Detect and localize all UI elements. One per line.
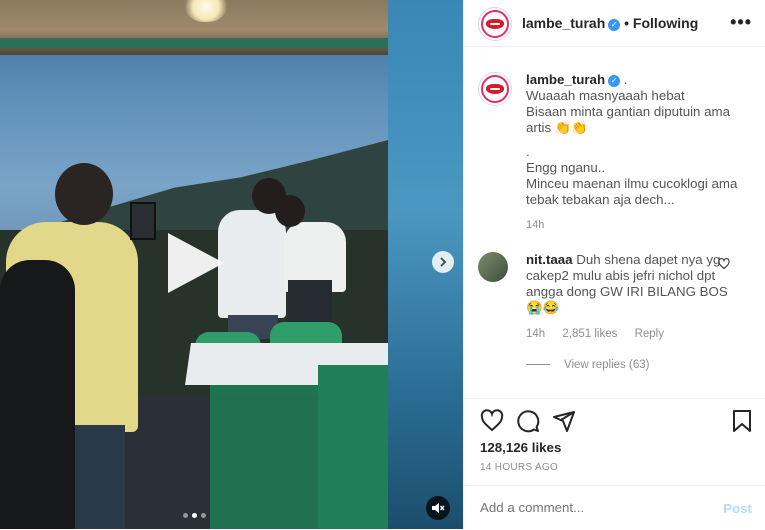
next-slide-button[interactable] [432, 251, 454, 273]
likes-count[interactable]: 128,126 likes [480, 440, 561, 455]
caption-line: Minceu maenan ilmu cucoklogi ama [526, 176, 738, 191]
avatar[interactable] [478, 72, 512, 106]
verified-badge-icon: ✓ [608, 75, 621, 87]
carousel-dots [183, 513, 206, 518]
post-comment-button[interactable]: Post [723, 501, 752, 516]
view-replies-button[interactable]: View replies (63) [526, 359, 649, 371]
play-icon[interactable] [168, 233, 224, 293]
header-username[interactable]: lambe_turah [522, 15, 605, 31]
caption-line: Bisaan minta gantian diputuin ama [526, 104, 731, 119]
avatar[interactable] [478, 252, 508, 282]
post-details-panel: lambe_turah ✓ • Following ••• lambe_turah… [463, 0, 765, 529]
caption-line: . [526, 144, 530, 159]
carousel-dot [192, 513, 197, 518]
share-icon[interactable] [552, 409, 576, 433]
heart-icon[interactable] [718, 258, 730, 270]
verified-badge-icon: ✓ [608, 18, 621, 31]
bookmark-icon[interactable] [730, 409, 754, 433]
lips-logo-icon [486, 84, 504, 94]
comment-time[interactable]: 14h [526, 328, 545, 340]
add-comment-bar: Post [464, 485, 765, 530]
carousel-dot [201, 513, 206, 518]
caption-line: artis 👏👏 [526, 120, 588, 135]
caption-username[interactable]: lambe_turah [526, 72, 605, 87]
post-actions [464, 398, 765, 443]
post-timestamp[interactable]: 14 HOURS AGO [480, 462, 558, 473]
mute-button[interactable] [426, 496, 450, 520]
reply-button[interactable]: Reply [635, 328, 664, 340]
caption-line: Wuaaah masnyaaah hebat [526, 88, 685, 103]
caption-line: Engg nganu.. [526, 160, 606, 175]
instagram-post-window: lambe_turah ✓ • Following ••• lambe_turah… [0, 0, 765, 529]
comment-username[interactable]: nit.taaa [526, 252, 573, 267]
post-video[interactable] [0, 0, 463, 529]
post-header: lambe_turah ✓ • Following ••• [464, 0, 765, 47]
chevron-right-icon [440, 257, 447, 267]
carousel-dot [183, 513, 188, 518]
speaker-muted-icon [432, 503, 445, 513]
caption-line: tebak tebakan aja dech... [526, 192, 675, 207]
comment-icon[interactable] [516, 409, 540, 433]
comment-likes[interactable]: 2,851 likes [562, 328, 617, 340]
add-comment-input[interactable] [480, 500, 700, 515]
lips-logo-icon [486, 19, 504, 29]
following-button[interactable]: • Following [624, 15, 698, 31]
like-heart-icon[interactable] [480, 409, 504, 433]
more-options-icon[interactable]: ••• [730, 12, 752, 33]
caption-timestamp[interactable]: 14h [526, 217, 748, 233]
avatar[interactable] [478, 7, 512, 41]
